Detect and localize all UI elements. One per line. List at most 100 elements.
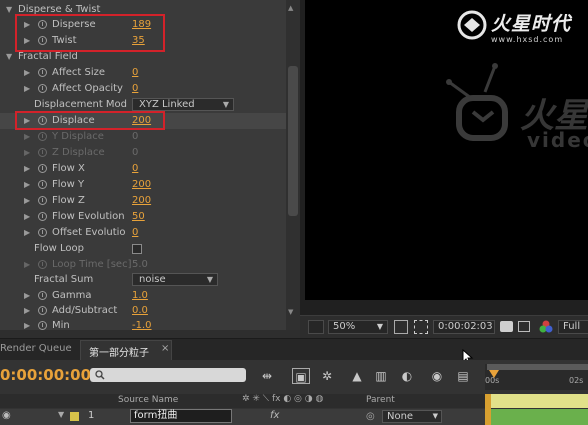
scroll-down-icon[interactable]: ▼: [288, 308, 293, 316]
layer-duration-bar[interactable]: [490, 409, 588, 425]
tab-composition[interactable]: 第一部分粒子 ×: [80, 340, 172, 360]
param-offset-evolution[interactable]: ▶ Offset Evolutio 0: [0, 225, 286, 241]
param-value[interactable]: 0.0: [132, 303, 148, 319]
stopwatch-icon[interactable]: [38, 306, 47, 315]
fx-switch-icon[interactable]: fx: [270, 410, 279, 421]
param-flow-y[interactable]: ▶ Flow Y 200: [0, 177, 286, 193]
frame-blending-icon[interactable]: ▲: [348, 368, 366, 384]
param-value[interactable]: 0: [132, 65, 138, 81]
param-value[interactable]: -1.0: [132, 318, 152, 330]
expand-arrow-icon[interactable]: ▶: [24, 303, 30, 319]
expand-arrow-icon[interactable]: ▶: [24, 318, 30, 330]
current-time-indicator[interactable]: 0:00:00:00: [0, 366, 91, 384]
tab-render-queue[interactable]: Render Queue: [0, 343, 72, 354]
stopwatch-icon[interactable]: [38, 68, 47, 77]
param-flow-z[interactable]: ▶ Flow Z 200: [0, 193, 286, 209]
always-preview-icon[interactable]: [308, 320, 324, 334]
layer-name-field[interactable]: form扭曲: [130, 409, 232, 423]
layer-row[interactable]: ◉ ▼ 1 form扭曲 fx ◎ None ▼: [0, 409, 485, 425]
tab-composition-label: 第一部分粒子: [89, 348, 149, 359]
param-value[interactable]: 200: [132, 193, 151, 209]
stopwatch-icon[interactable]: [38, 321, 47, 330]
search-icon: [95, 370, 105, 380]
expand-arrow-icon[interactable]: ▶: [24, 161, 30, 177]
flow-loop-checkbox[interactable]: [132, 244, 142, 254]
expand-arrow-icon[interactable]: ▶: [24, 177, 30, 193]
param-add-subtract[interactable]: ▶ Add/Subtract 0.0: [0, 303, 286, 319]
snapshot-camera-icon[interactable]: [500, 321, 513, 332]
param-value[interactable]: 0: [132, 161, 138, 177]
param-flow-evolution[interactable]: ▶ Flow Evolution 50: [0, 209, 286, 225]
expand-arrow-icon: ▶: [24, 260, 31, 269]
param-gamma[interactable]: ▶ Gamma 1.0: [0, 288, 286, 304]
param-value[interactable]: 0: [132, 225, 138, 241]
param-flow-x[interactable]: ▶ Flow X 0: [0, 161, 286, 177]
displacement-mode-dropdown[interactable]: XYZ Linked ▼: [132, 98, 234, 111]
stopwatch-icon[interactable]: [38, 180, 47, 189]
motion-blur-icon[interactable]: ▥: [372, 368, 390, 384]
zoom-dropdown[interactable]: 50% ▼: [328, 320, 388, 334]
param-value[interactable]: 1.0: [132, 288, 148, 304]
expand-arrow-icon[interactable]: ▼: [58, 410, 64, 419]
pickwhip-icon[interactable]: ◎: [366, 411, 375, 422]
param-affect-opacity[interactable]: ▶ Affect Opacity 0: [0, 81, 286, 97]
expand-arrow-icon[interactable]: ▶: [24, 288, 30, 304]
resolution-dropdown[interactable]: Full: [558, 320, 588, 334]
expand-arrow-icon[interactable]: ▶: [24, 81, 30, 97]
parent-dropdown[interactable]: None ▼: [382, 410, 442, 423]
param-label: Loop Time [sec]: [52, 259, 132, 270]
stopwatch-icon[interactable]: [38, 164, 47, 173]
graph-editor-icon[interactable]: ◉: [428, 368, 446, 384]
stopwatch-icon[interactable]: [38, 291, 47, 300]
param-label: Offset Evolutio: [52, 227, 126, 238]
toggle-mask-icon[interactable]: [414, 320, 428, 334]
work-area-bar[interactable]: [487, 364, 588, 370]
live-update-icon[interactable]: ▤: [454, 368, 472, 384]
expand-arrow-icon[interactable]: ▶: [24, 225, 30, 241]
grid-guides-icon[interactable]: [394, 320, 408, 334]
layer-color-label[interactable]: [70, 412, 79, 421]
comp-mini-flowchart-icon[interactable]: ⇹: [258, 368, 276, 384]
param-label: Flow Y: [52, 179, 85, 190]
work-area-highlight: [485, 394, 588, 408]
stopwatch-icon[interactable]: [38, 84, 47, 93]
stopwatch-icon[interactable]: [38, 228, 47, 237]
composition-canvas[interactable]: 火星时代 www.hxsd.com 火星 video.h: [305, 0, 588, 300]
brainstorm-icon[interactable]: ◐: [398, 368, 416, 384]
time-ruler[interactable]: 00s 02s: [485, 364, 588, 390]
expand-arrow-icon[interactable]: ▼: [6, 2, 12, 18]
draft-3d-icon[interactable]: ▣: [292, 368, 310, 384]
close-icon[interactable]: ×: [161, 343, 169, 354]
expand-arrow-icon: ▶: [24, 132, 31, 141]
column-parent[interactable]: Parent: [366, 395, 395, 405]
param-value[interactable]: 0: [132, 81, 138, 97]
expand-arrow-icon[interactable]: ▶: [24, 65, 30, 81]
param-label: Z Displace: [52, 147, 105, 158]
param-value[interactable]: 200: [132, 177, 151, 193]
layer-search-input[interactable]: [90, 368, 246, 382]
param-value[interactable]: 50: [132, 209, 145, 225]
hxsd-logo-icon: [457, 10, 487, 40]
param-label: Flow X: [52, 163, 85, 174]
param-label: Min: [52, 320, 70, 330]
eye-icon[interactable]: ◉: [2, 410, 11, 421]
scroll-up-icon[interactable]: ▲: [288, 4, 293, 12]
hide-shy-layers-icon[interactable]: ✲: [318, 368, 336, 384]
expand-arrow-icon[interactable]: ▶: [24, 209, 30, 225]
fractal-sum-dropdown[interactable]: noise ▼: [132, 273, 218, 286]
expand-arrow-icon[interactable]: ▼: [6, 49, 12, 65]
expand-arrow-icon: ▶: [24, 148, 31, 157]
expand-arrow-icon[interactable]: ▶: [24, 193, 30, 209]
show-snapshot-icon[interactable]: [518, 321, 530, 332]
playhead-icon[interactable]: [489, 370, 499, 378]
param-min[interactable]: ▶ Min -1.0: [0, 318, 286, 330]
stopwatch-icon[interactable]: [38, 212, 47, 221]
current-time-display[interactable]: 0:00:02:03: [433, 320, 495, 334]
scrollbar-thumb[interactable]: [288, 66, 298, 216]
param-affect-size[interactable]: ▶ Affect Size 0: [0, 65, 286, 81]
column-source-name[interactable]: Source Name: [118, 395, 178, 405]
param-label: Flow Z: [52, 195, 85, 206]
panel-tabs-bar: Render Queue 第一部分粒子 ×: [0, 338, 588, 365]
color-channels-icon[interactable]: [538, 319, 554, 335]
stopwatch-icon[interactable]: [38, 196, 47, 205]
